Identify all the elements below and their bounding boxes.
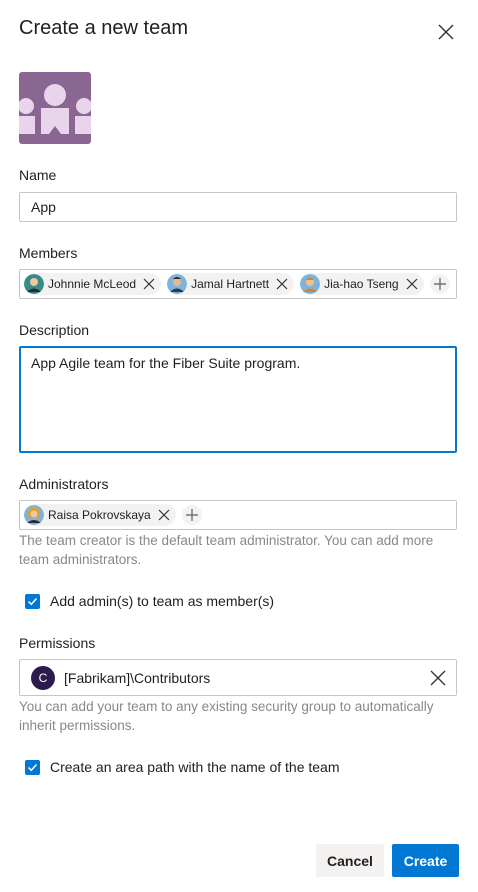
add-admins-label: Add admin(s) to team as member(s) (50, 593, 275, 609)
avatar (300, 274, 321, 294)
permissions-helper-text: You can add your team to any existing se… (19, 699, 434, 733)
member-name: Johnnie McLeod (48, 277, 137, 291)
member-chip: Johnnie McLeod (24, 273, 162, 295)
area-path-label: Create an area path with the name of the… (50, 759, 340, 775)
group-name: [Fabrikam]\Contributors (64, 669, 211, 686)
add-member-icon[interactable] (429, 274, 450, 294)
administrators-picker[interactable]: Raisa Pokrovskaya (19, 500, 457, 530)
dialog-title: Create a new team (19, 17, 188, 39)
add-admins-checkbox[interactable]: Add admin(s) to team as member(s) (25, 593, 274, 609)
members-label: Members (19, 245, 78, 261)
description-textarea[interactable]: App Agile team for the Fiber Suite progr… (19, 346, 457, 453)
area-path-checkbox[interactable]: Create an area path with the name of the… (25, 759, 340, 775)
name-label: Name (19, 167, 57, 183)
remove-member-icon[interactable] (404, 276, 420, 292)
member-name: Jamal Hartnett (191, 277, 270, 291)
create-button[interactable]: Create (392, 844, 459, 877)
remove-admin-icon[interactable] (156, 507, 172, 523)
close-icon[interactable] (432, 18, 460, 46)
team-image-icon[interactable] (19, 72, 91, 144)
remove-member-icon[interactable] (141, 276, 157, 292)
avatar (24, 274, 44, 294)
add-admin-icon[interactable] (181, 505, 202, 525)
administrators-label: Administrators (19, 476, 109, 492)
remove-member-icon[interactable] (274, 276, 290, 292)
member-name: Jia-hao Tseng (324, 277, 399, 291)
cancel-button[interactable]: Cancel (316, 844, 384, 877)
checkmark-icon[interactable] (25, 593, 40, 609)
administrators-helper-text: The team creator is the default team adm… (19, 533, 434, 567)
group-avatar: C (31, 665, 55, 690)
permissions-picker[interactable]: C [Fabrikam]\Contributors (19, 659, 457, 696)
description-label: Description (19, 322, 90, 338)
avatar (24, 505, 44, 525)
permissions-label: Permissions (19, 635, 96, 651)
avatar (167, 274, 188, 294)
clear-permission-icon[interactable] (430, 670, 446, 686)
members-picker[interactable]: Johnnie McLeod Jamal Hartnett Jia-hao Ts… (19, 269, 457, 299)
member-chip: Jia-hao Tseng (300, 273, 424, 295)
member-chip: Jamal Hartnett (167, 273, 295, 295)
admin-name: Raisa Pokrovskaya (48, 508, 151, 522)
checkmark-icon[interactable] (25, 759, 40, 775)
admin-chip: Raisa Pokrovskaya (24, 504, 176, 526)
name-input[interactable]: App (19, 192, 457, 222)
